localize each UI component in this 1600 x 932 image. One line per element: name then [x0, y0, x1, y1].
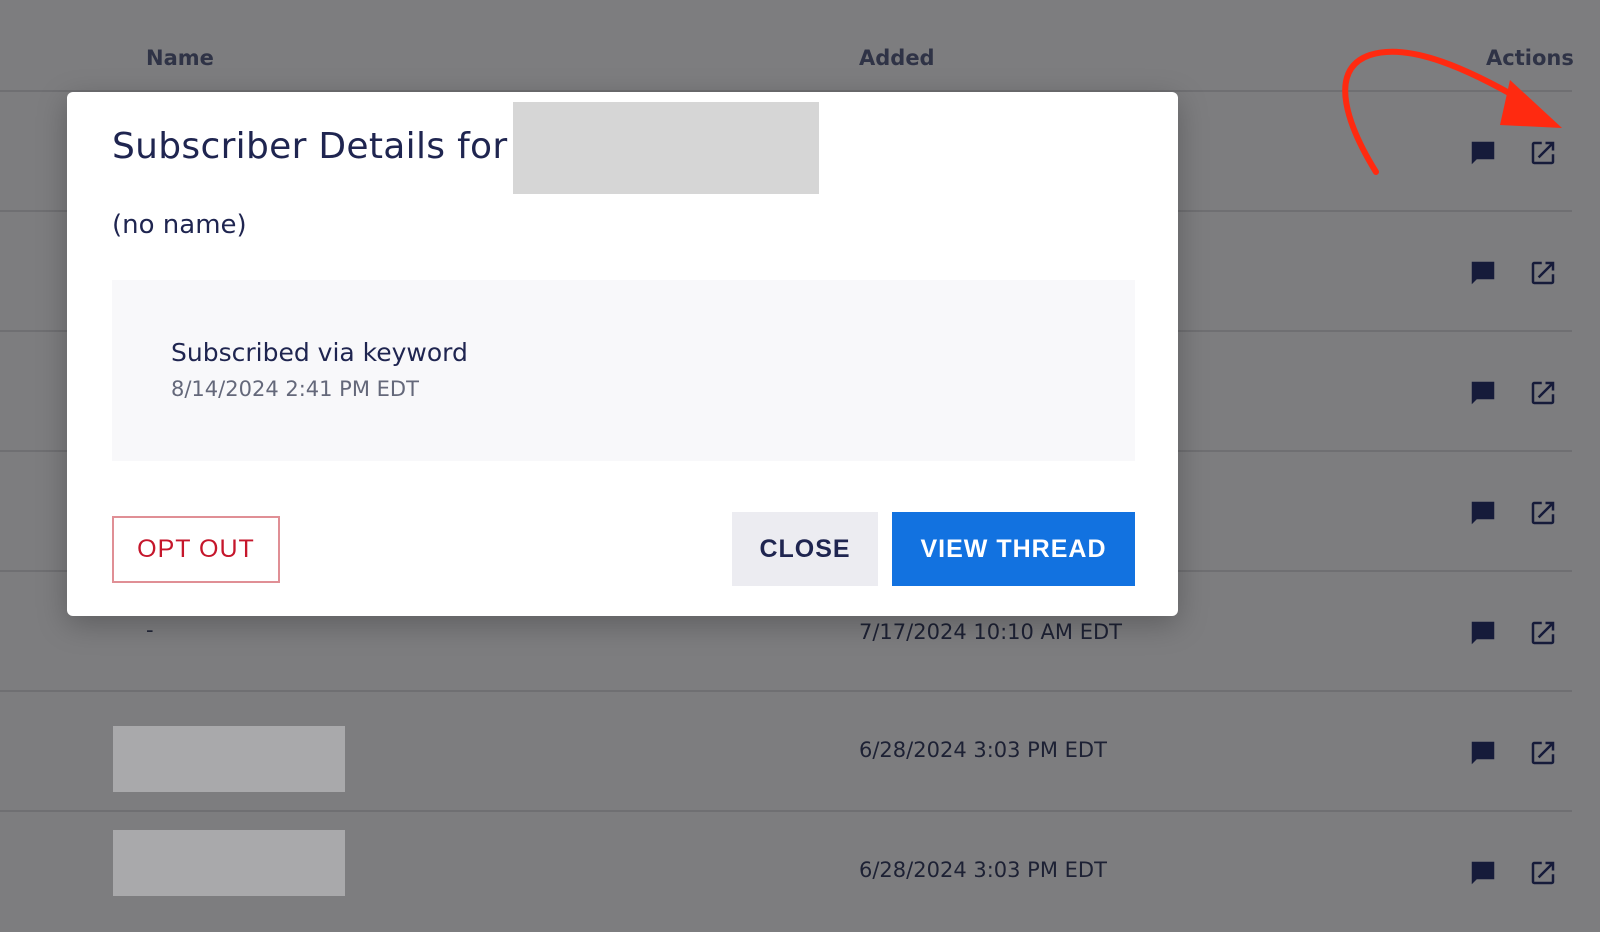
added-date: 7/17/2024 10:10 AM EDT [859, 620, 1122, 644]
message-icon[interactable] [1468, 498, 1498, 528]
added-date: 6/28/2024 3:03 PM EDT [859, 738, 1107, 762]
subscriber-name: - [146, 618, 154, 642]
message-icon[interactable] [1468, 618, 1498, 648]
message-icon[interactable] [1468, 738, 1498, 768]
message-icon[interactable] [1468, 258, 1498, 288]
close-button[interactable]: CLOSE [732, 512, 878, 586]
annotation-arrow [1342, 48, 1562, 175]
subscriber-name-label: (no name) [112, 210, 247, 240]
event-timestamp: 8/14/2024 2:41 PM EDT [171, 377, 419, 401]
event-label: Subscribed via keyword [171, 338, 468, 367]
table-row[interactable]: 6/28/2024 3:03 PM EDT [0, 690, 1572, 812]
open-in-new-icon[interactable] [1528, 618, 1558, 648]
redacted-phone [513, 102, 819, 194]
open-in-new-icon[interactable] [1528, 738, 1558, 768]
dialog-title: Subscriber Details for [112, 126, 508, 167]
open-in-new-icon[interactable] [1528, 498, 1558, 528]
subscriber-details-dialog: Subscriber Details for (no name) Subscri… [67, 92, 1178, 616]
open-in-new-icon[interactable] [1528, 258, 1558, 288]
message-icon[interactable] [1468, 378, 1498, 408]
open-in-new-icon[interactable] [1528, 378, 1558, 408]
subscription-event: Subscribed via keyword 8/14/2024 2:41 PM… [112, 280, 1135, 461]
column-header-name[interactable]: Name [146, 46, 214, 70]
redacted-name [113, 726, 345, 792]
added-date: 6/28/2024 3:03 PM EDT [859, 858, 1107, 882]
column-header-added[interactable]: Added [859, 46, 935, 70]
open-in-new-icon[interactable] [1528, 858, 1558, 888]
view-thread-button[interactable]: VIEW THREAD [892, 512, 1135, 586]
table-row[interactable]: 6/28/2024 3:03 PM EDT [0, 810, 1572, 932]
redacted-name [113, 830, 345, 896]
message-icon[interactable] [1468, 858, 1498, 888]
opt-out-button[interactable]: OPT OUT [112, 516, 280, 583]
